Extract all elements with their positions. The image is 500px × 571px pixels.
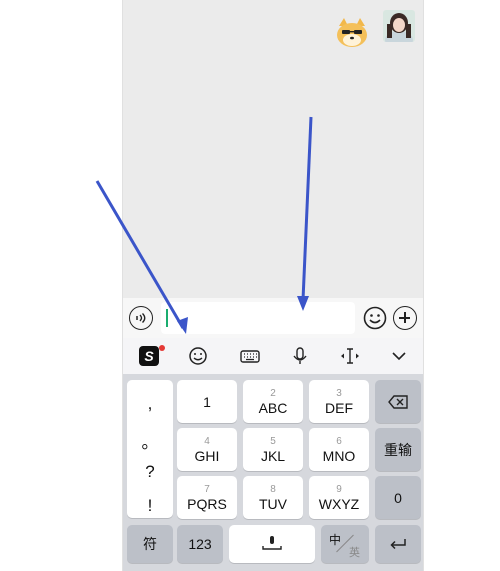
key-9[interactable]: 9 WXYZ	[309, 476, 369, 519]
key-7[interactable]: 7 PQRS	[177, 476, 237, 519]
punct-exclaim-key[interactable]: !	[127, 496, 173, 516]
key-main: ABC	[258, 399, 288, 416]
message-text-field[interactable]	[161, 302, 355, 334]
voice-icon[interactable]	[129, 306, 153, 330]
notification-dot	[159, 345, 165, 351]
lang-switch-label: 中 英	[325, 529, 365, 559]
punct-period-key[interactable]: 。	[127, 428, 173, 453]
symbol-label: 符	[143, 536, 157, 552]
cursor-move-icon[interactable]	[337, 344, 363, 368]
key-0[interactable]: 0	[375, 476, 421, 519]
key-sub: 2	[270, 387, 276, 399]
lang-switch-key[interactable]: 中 英	[321, 525, 369, 563]
keyboard: , 。 ? ! 1 2 ABC 3 DEF 4 GHI 5 JKL 6 MNO …	[123, 374, 423, 571]
key-sub: 6	[336, 435, 342, 447]
text-caret	[166, 309, 168, 327]
num-key[interactable]: 123	[177, 525, 223, 563]
key-sub: 8	[270, 483, 276, 495]
page: S , 。 ? ! 1 2 ABC 3 DEF 4 GHI 5 JKL 6 MN…	[0, 0, 500, 571]
plus-icon[interactable]	[393, 306, 417, 330]
avatar[interactable]	[383, 10, 415, 42]
sogou-logo-button[interactable]: S	[139, 344, 165, 368]
mic-icon[interactable]	[289, 344, 311, 368]
keyboard-icon[interactable]	[239, 344, 261, 368]
ime-toolbar: S	[123, 338, 423, 374]
key-1[interactable]: 1	[177, 380, 237, 423]
punctuation-column[interactable]: , 。 ? !	[127, 380, 173, 518]
message-input-bar	[123, 298, 423, 338]
space-mic-icon	[262, 536, 282, 550]
collapse-icon[interactable]	[389, 344, 409, 368]
chat-area	[123, 0, 423, 298]
lang-en-label: 英	[349, 547, 360, 559]
reinput-key[interactable]: 重输	[375, 428, 421, 471]
smiley-icon[interactable]	[187, 344, 209, 368]
emoji-icon[interactable]	[363, 306, 387, 330]
key-5[interactable]: 5 JKL	[243, 428, 303, 471]
key-sub: 3	[336, 387, 342, 399]
key-main: JKL	[260, 447, 286, 464]
key-main: GHI	[194, 447, 220, 464]
enter-icon	[390, 539, 406, 550]
punct-comma-key[interactable]: ,	[127, 394, 173, 414]
key-main: MNO	[322, 447, 356, 464]
key-main: 1	[203, 393, 211, 410]
key-sub: 5	[270, 435, 276, 447]
key-sub: 9	[336, 483, 342, 495]
key-2[interactable]: 2 ABC	[243, 380, 303, 423]
key-3[interactable]: 3 DEF	[309, 380, 369, 423]
key-6[interactable]: 6 MNO	[309, 428, 369, 471]
key-main: TUV	[259, 495, 287, 512]
key-main: PQRS	[187, 495, 227, 512]
phone-screen: S , 。 ? ! 1 2 ABC 3 DEF 4 GHI 5 JKL 6 MN…	[122, 0, 424, 571]
key-sub: 7	[204, 483, 210, 495]
key-sub: 4	[204, 435, 210, 447]
enter-key[interactable]	[375, 525, 421, 563]
num-label: 123	[188, 536, 212, 552]
lang-cn-label: 中	[329, 533, 342, 547]
symbol-key[interactable]: 符	[127, 525, 173, 563]
cat-sticker-icon[interactable]	[335, 16, 369, 50]
backspace-icon	[388, 394, 408, 409]
key-main: WXYZ	[318, 495, 360, 512]
punct-question-key[interactable]: ?	[127, 462, 173, 482]
key-8[interactable]: 8 TUV	[243, 476, 303, 519]
sogou-logo: S	[139, 346, 159, 366]
key-4[interactable]: 4 GHI	[177, 428, 237, 471]
space-key[interactable]	[229, 525, 315, 563]
key-main: DEF	[325, 399, 353, 416]
zero-label: 0	[394, 489, 402, 506]
backspace-key[interactable]	[375, 380, 421, 423]
reinput-label: 重输	[384, 441, 412, 458]
